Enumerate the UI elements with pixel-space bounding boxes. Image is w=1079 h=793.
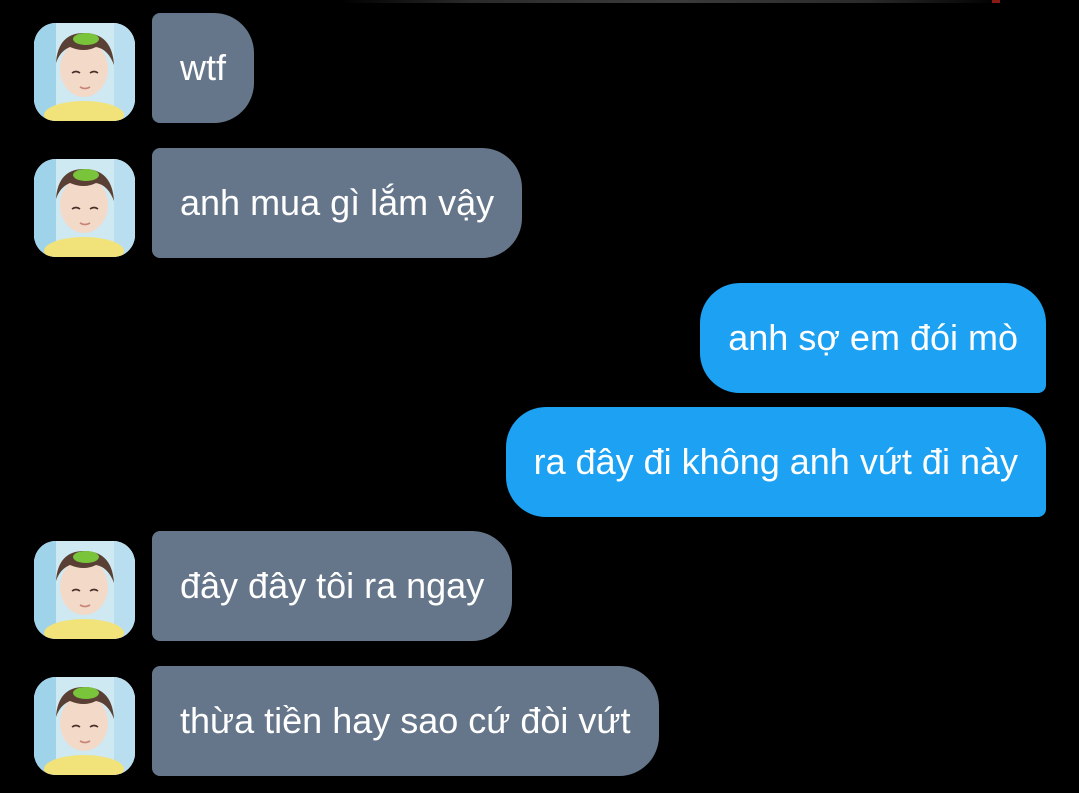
message-text: anh sợ em đói mò xyxy=(728,317,1018,358)
message-text: ra đây đi không anh vứt đi này xyxy=(533,441,1018,482)
person-avatar-icon xyxy=(34,23,135,121)
message-text: anh mua gì lắm vậy xyxy=(180,182,495,223)
message-text: thừa tiền hay sao cứ đòi vứt xyxy=(180,700,631,741)
contact-avatar[interactable] xyxy=(34,541,135,639)
message-bubble-incoming[interactable]: thừa tiền hay sao cứ đòi vứt xyxy=(152,666,659,776)
message-bubble-incoming[interactable]: đây đây tôi ra ngay xyxy=(152,531,513,641)
contact-avatar[interactable] xyxy=(34,23,135,121)
message-bubble-outgoing[interactable]: ra đây đi không anh vứt đi này xyxy=(505,407,1046,517)
top-edge-strip xyxy=(340,0,1000,3)
message-bubble-incoming[interactable]: anh mua gì lắm vậy xyxy=(152,148,523,258)
person-avatar-icon xyxy=(34,541,135,639)
message-text: wtf xyxy=(180,47,227,88)
contact-avatar[interactable] xyxy=(34,677,135,775)
contact-avatar[interactable] xyxy=(34,159,135,257)
person-avatar-icon xyxy=(34,677,135,775)
person-avatar-icon xyxy=(34,159,135,257)
message-bubble-outgoing[interactable]: anh sợ em đói mò xyxy=(700,283,1046,393)
top-edge-accent xyxy=(992,0,1000,3)
message-bubble-incoming[interactable]: wtf xyxy=(152,13,255,123)
message-text: đây đây tôi ra ngay xyxy=(180,565,485,606)
